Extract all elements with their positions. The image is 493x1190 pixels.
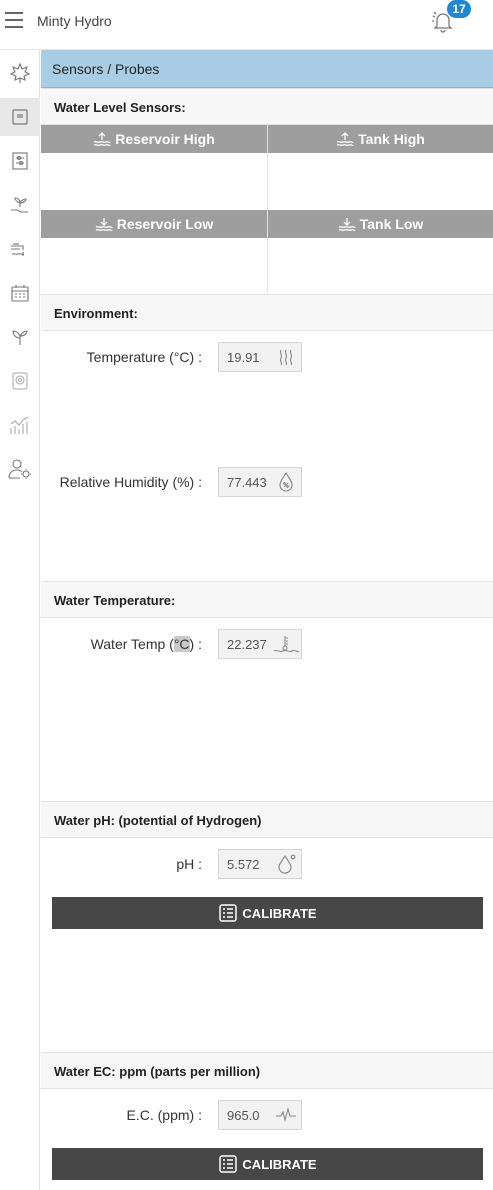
ph-row: pH : 5.572: [41, 849, 493, 879]
water-level-grid: Reservoir High Tank High Reservoir Low T…: [41, 125, 493, 295]
ph-section-header: Water pH: (potential of Hydrogen): [41, 801, 493, 838]
water-thermometer-icon: [273, 636, 300, 653]
top-bar: Minty Hydro 17: [0, 0, 493, 50]
sensor-label: Reservoir High: [115, 131, 215, 147]
app-title: Minty Hydro: [37, 13, 112, 29]
ec-label: E.C. (ppm) :: [126, 1107, 202, 1123]
sensor-header: Tank Low: [268, 210, 493, 238]
sensor-label: Tank Low: [359, 216, 424, 232]
water-temp-label: Water Temp (°C) :: [90, 636, 202, 652]
humidity-row: Relative Humidity (%) : 77.443: [41, 467, 493, 497]
panel-header: Sensors / Probes: [41, 50, 493, 88]
water-temp-row: Water Temp (°C) : 22.237: [41, 629, 493, 659]
humidity-label: Relative Humidity (%) :: [59, 474, 202, 490]
ph-field[interactable]: 5.572: [218, 849, 302, 879]
sensor-reservoir-high: Reservoir High: [41, 125, 267, 210]
water-level-down-icon: [95, 218, 113, 231]
hamburger-menu-icon[interactable]: [5, 12, 23, 28]
sensor-tank-low: Tank Low: [268, 210, 493, 295]
leaf-icon[interactable]: [0, 54, 40, 92]
heat-waves-icon: [279, 349, 293, 366]
water-tap-icon[interactable]: [0, 230, 40, 268]
sensor-status-area: [268, 153, 493, 210]
sensor-label: Reservoir Low: [116, 216, 214, 232]
water-level-section-header: Water Level Sensors:: [41, 88, 493, 125]
calendar-icon[interactable]: [0, 274, 40, 312]
humidity-drop-icon: [279, 471, 293, 492]
environment-section-header: Environment:: [41, 294, 493, 331]
temperature-label: Temperature (°C) :: [86, 349, 202, 365]
drop-degree-icon: [278, 854, 296, 874]
sensor-header: Reservoir High: [41, 125, 267, 153]
calibrate-label: CALIBRATE: [242, 1156, 317, 1172]
temperature-value: 19.91: [227, 350, 260, 365]
main-panel: Sensors / Probes Water Level Sensors: Re…: [41, 50, 493, 1190]
ec-section-header: Water EC: ppm (parts per million): [41, 1052, 493, 1089]
sensor-header: Reservoir Low: [41, 210, 267, 238]
water-level-down-icon: [338, 218, 356, 231]
sidebar: [0, 50, 40, 1190]
calibrate-label: CALIBRATE: [242, 905, 317, 921]
ph-value: 5.572: [227, 857, 260, 872]
plant-icon[interactable]: [0, 318, 40, 356]
section-title: Water pH: (potential of Hydrogen): [54, 813, 262, 828]
ec-calibrate-button[interactable]: CALIBRATE: [52, 1148, 483, 1180]
panel-title: Sensors / Probes: [52, 61, 160, 77]
section-title: Water Level Sensors:: [54, 100, 186, 115]
water-level-up-icon: [336, 132, 354, 146]
section-title: Water Temperature:: [54, 593, 176, 608]
sensor-reservoir-low: Reservoir Low: [41, 210, 267, 295]
sensor-tank-high: Tank High: [268, 125, 493, 210]
temperature-row: Temperature (°C) : 19.91: [41, 342, 493, 372]
notification-badge[interactable]: 17: [447, 0, 471, 18]
ec-field[interactable]: 965.0: [218, 1100, 302, 1130]
sensor-label: Tank High: [358, 131, 425, 147]
temperature-field[interactable]: 19.91: [218, 342, 302, 372]
sensor-status-area: [41, 153, 267, 210]
water-level-up-icon: [93, 132, 111, 146]
sensor-panel-icon[interactable]: [0, 98, 40, 136]
humidity-field[interactable]: 77.443: [218, 467, 302, 497]
sensor-status-area: [41, 238, 267, 295]
humidity-value: 77.443: [227, 475, 267, 490]
water-temp-field[interactable]: 22.237: [218, 629, 302, 659]
section-title: Environment:: [54, 306, 138, 321]
water-temp-value: 22.237: [227, 637, 267, 652]
camera-icon[interactable]: [0, 362, 40, 400]
section-title: Water EC: ppm (parts per million): [54, 1064, 261, 1079]
controls-icon[interactable]: [0, 142, 40, 180]
ph-calibrate-button[interactable]: CALIBRATE: [52, 897, 483, 929]
sensor-header: Tank High: [268, 125, 493, 153]
checklist-icon: [219, 904, 238, 922]
user-settings-icon[interactable]: [0, 450, 40, 488]
seedling-hand-icon[interactable]: [0, 186, 40, 224]
ec-row: E.C. (ppm) : 965.0: [41, 1100, 493, 1130]
water-temp-section-header: Water Temperature:: [41, 581, 493, 618]
pulse-icon: [276, 1106, 296, 1123]
sensor-status-area: [268, 238, 493, 295]
grid-divider: [267, 125, 268, 295]
checklist-icon: [219, 1155, 238, 1173]
ph-label: pH :: [176, 856, 202, 872]
chart-icon[interactable]: [0, 406, 40, 444]
ec-value: 965.0: [227, 1108, 260, 1123]
